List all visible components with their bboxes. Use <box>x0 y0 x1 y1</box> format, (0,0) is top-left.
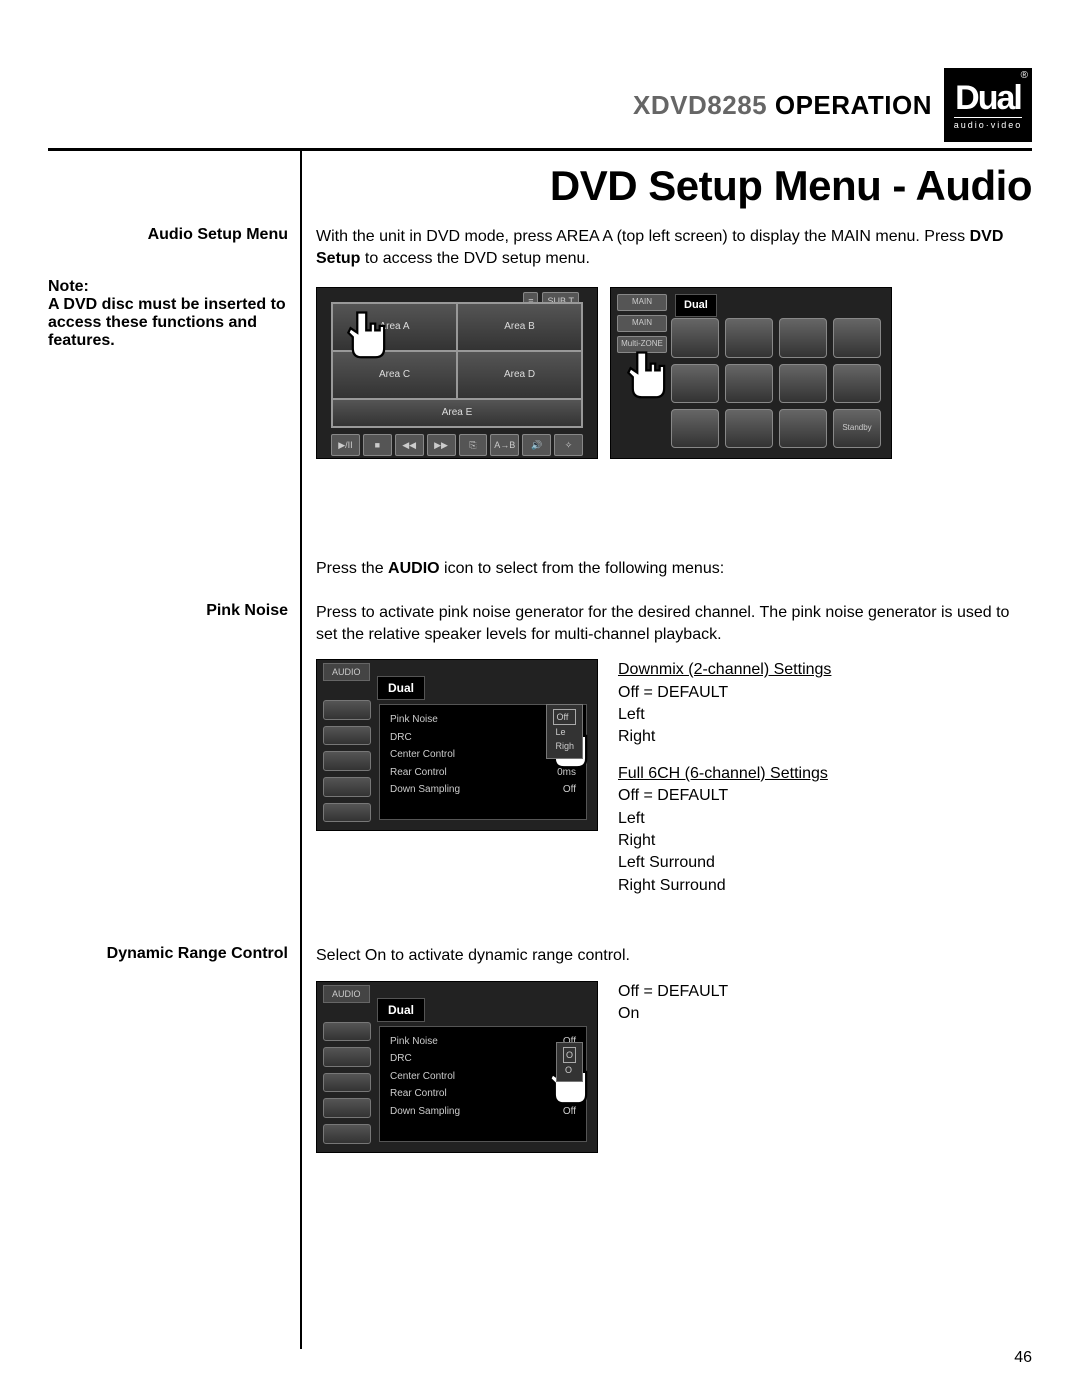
main-menu-side-tabs: MAIN MAIN Multi-ZONE <box>617 294 667 352</box>
section-label-audio-setup: Audio Setup Menu Note: A DVD disc must b… <box>48 226 288 350</box>
header-text: XDVD8285 OPERATION <box>633 90 932 121</box>
icon-tile <box>323 1022 371 1042</box>
audio-tab: AUDIO <box>323 663 370 681</box>
menu-tile-standby: Standby <box>833 409 881 448</box>
icon-tile <box>323 1073 371 1093</box>
tab-main-2: MAIN <box>617 315 667 332</box>
logo-subtext: audio·video <box>954 117 1023 130</box>
tab-main: MAIN <box>617 294 667 311</box>
vertical-divider <box>300 148 302 1349</box>
note-label: Note: <box>48 278 288 296</box>
screenshot-audio-pinknoise: AUDIO Dual Pink NoiseOff DRCOff Center C… <box>316 659 598 831</box>
stop-icon: ■ <box>363 434 392 456</box>
area-b: Area B <box>457 303 582 351</box>
page-header: XDVD8285 OPERATION ® Dual audio·video <box>633 68 1032 142</box>
page-title: DVD Setup Menu - Audio <box>550 162 1032 210</box>
screenshot-main-menu: MAIN MAIN Multi-ZONE Dual Standby <box>610 287 892 459</box>
menu-tile-ipod-icon <box>779 318 827 357</box>
press-audio-line: Press the AUDIO icon to select from the … <box>316 558 1032 580</box>
pointing-hand-icon <box>621 348 667 404</box>
brand-badge: Dual <box>675 294 717 317</box>
screenshot-audio-drc: AUDIO Dual Pink NoiseOff DRCOff Center C… <box>316 981 598 1153</box>
operation-label: OPERATION <box>775 90 932 120</box>
menu-tile-audio-icon <box>725 409 773 448</box>
pinknoise-settings-list: Downmix (2-channel) Settings Off = DEFAU… <box>618 659 831 897</box>
audio-left-icons <box>323 1022 371 1144</box>
page-number: 46 <box>1014 1349 1032 1367</box>
menu-tile-eq-icon <box>779 409 827 448</box>
menu-tile-blank2 <box>833 364 881 403</box>
brand-badge: Dual <box>377 676 425 700</box>
play-pause-icon: ▶/II <box>331 434 360 456</box>
icon-tile <box>323 777 371 797</box>
note-block: Note: A DVD disc must be inserted to acc… <box>48 278 288 350</box>
registered-mark: ® <box>1021 70 1028 81</box>
drc-body: Select On to activate dynamic range cont… <box>316 945 1032 1153</box>
ab-repeat-icon: A→B <box>490 434 519 456</box>
pinknoise-popup: Off Le Righ <box>546 704 583 758</box>
dual-logo: ® Dual audio·video <box>944 68 1032 142</box>
screenshot-row-1: ≡ SUB.T Area A Area B Area C Area D Area… <box>316 287 1032 459</box>
downmix-heading: Downmix (2-channel) Settings <box>618 659 831 681</box>
menu-tile-radio-icon <box>671 318 719 357</box>
area-e: Area E <box>332 399 582 428</box>
main-menu-grid: Standby <box>671 318 881 448</box>
menu-tile-setup-icon <box>671 409 719 448</box>
full6ch-heading: Full 6CH (6-channel) Settings <box>618 763 831 785</box>
brand-badge: Dual <box>377 998 425 1022</box>
audio-icon: 🔊 <box>522 434 551 456</box>
section-label-drc: Dynamic Range Control <box>48 945 288 963</box>
icon-tile <box>323 751 371 771</box>
audio-setup-body: With the unit in DVD mode, press AREA A … <box>316 226 1032 459</box>
screenshot-dvd-areas: ≡ SUB.T Area A Area B Area C Area D Area… <box>316 287 598 459</box>
header-rule <box>48 148 1032 151</box>
forward-icon: ▶▶ <box>427 434 456 456</box>
pointing-hand-icon <box>341 308 387 364</box>
repeat-icon: ⎘ <box>459 434 488 456</box>
logo-text: Dual <box>955 81 1021 115</box>
icon-tile <box>323 1098 371 1118</box>
area-d: Area D <box>457 351 582 399</box>
menu-tile-disc-icon <box>725 318 773 357</box>
pink-noise-body: Press to activate pink noise generator f… <box>316 602 1032 897</box>
menu-tile-blank <box>833 318 881 357</box>
icon-tile <box>323 803 371 823</box>
menu-tile-camera-icon <box>725 364 773 403</box>
menu-tile-bluetooth-icon <box>779 364 827 403</box>
drc-popup: O O <box>556 1042 583 1082</box>
audio-tab: AUDIO <box>323 985 370 1003</box>
note-body: A DVD disc must be inserted to access th… <box>48 296 288 350</box>
icon-tile <box>323 726 371 746</box>
settings-icon: ✧ <box>554 434 583 456</box>
icon-tile <box>323 700 371 720</box>
icon-tile <box>323 1124 371 1144</box>
model-number: XDVD8285 <box>633 90 767 120</box>
rewind-icon: ◀◀ <box>395 434 424 456</box>
ss1-transport-bar: ▶/II ■ ◀◀ ▶▶ ⎘ A→B 🔊 ✧ <box>331 434 583 456</box>
menu-tile-xm-icon <box>671 364 719 403</box>
icon-tile <box>323 1047 371 1067</box>
audio-left-icons <box>323 700 371 822</box>
drc-settings-list: Off = DEFAULT On <box>618 981 728 1026</box>
section-label-pink-noise: Pink Noise <box>48 602 288 620</box>
